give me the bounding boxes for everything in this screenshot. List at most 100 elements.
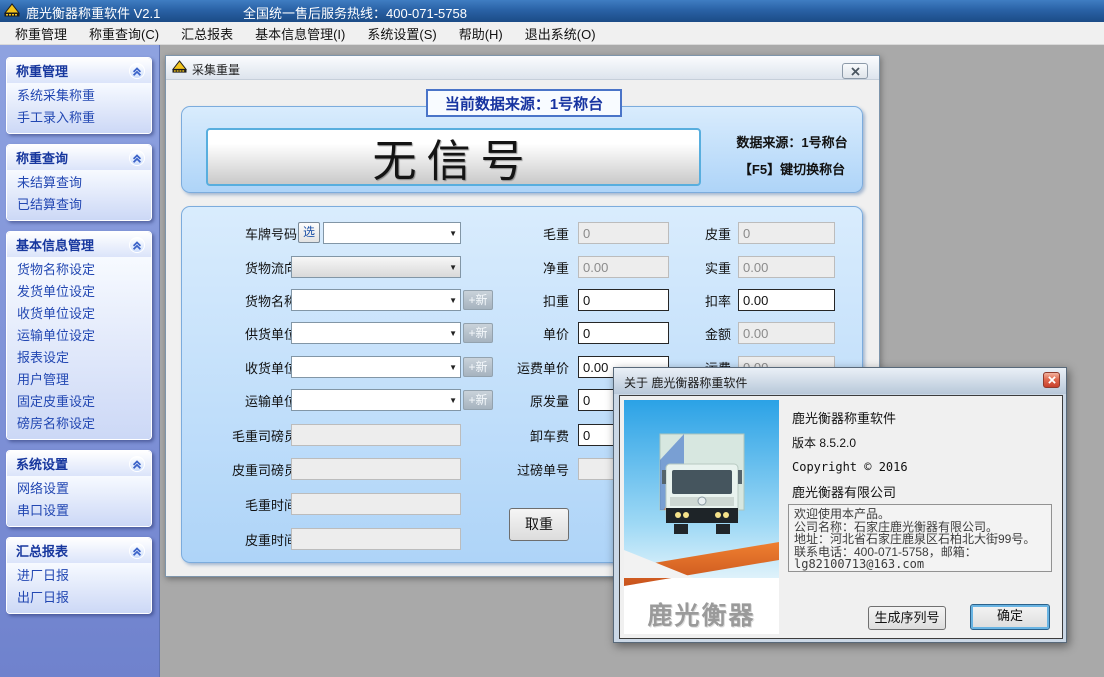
gross-time-field [291, 493, 461, 515]
chevron-down-icon: ▼ [449, 363, 457, 372]
tare-time-label: 皮重时间 [187, 530, 297, 549]
application-window: 鹿光衡器称重软件 V2.1 全国统一售后服务热线：400-071-5758 称重… [0, 0, 1104, 677]
weigh-window-title: 采集重量 [192, 61, 240, 78]
sidebar-item-network-settings[interactable]: 网络设置 [7, 478, 151, 500]
sidebar-item-scalehouse-name-setting[interactable]: 磅房名称设定 [7, 413, 151, 435]
about-dialog-title: 关于 鹿光衡器称重软件 [624, 374, 747, 391]
collapse-chevron-icon[interactable] [129, 150, 145, 166]
hotline-text: 全国统一售后服务热线：400-071-5758 [243, 3, 467, 22]
sidebar-item-serial-port-settings[interactable]: 串口设置 [7, 500, 151, 522]
take-weight-button[interactable]: 取重 [509, 508, 569, 541]
sidebar-section-weigh-query: 称重查询 未结算查询 已结算查询 [6, 144, 152, 221]
deduct-rate-input[interactable] [738, 289, 835, 311]
about-info-line: 地址：河北省石家庄鹿泉区石柏北大街99号。 [794, 533, 1046, 546]
sidebar-item-unsettled-query[interactable]: 未结算查询 [7, 172, 151, 194]
menu-exit[interactable]: 退出系统(O) [514, 22, 607, 45]
weigh-window-titlebar: 采集重量 [166, 56, 879, 80]
sidebar-item-system-collect-weigh[interactable]: 系统采集称重 [7, 85, 151, 107]
sidebar-item-manual-entry-weigh[interactable]: 手工录入称重 [7, 107, 151, 129]
generate-serial-button[interactable]: 生成序列号 [868, 606, 946, 630]
original-qty-label: 原发量 [481, 391, 569, 410]
goods-flow-dropdown[interactable]: ▼ [291, 256, 461, 278]
chevron-down-icon: ▼ [449, 296, 457, 305]
about-info-line: 欢迎使用本产品。 [794, 508, 1046, 521]
actual-weight-field [738, 256, 835, 278]
sidebar-item-transport-setting[interactable]: 运输单位设定 [7, 325, 151, 347]
f5-switch-hint: 【F5】键切换称台 [718, 156, 866, 183]
plate-number-combobox[interactable]: ▼ [323, 222, 461, 244]
sidebar-header-label: 系统设置 [16, 454, 68, 473]
deduct-weight-label: 扣重 [481, 291, 569, 310]
freight-price-label: 运费单价 [481, 358, 569, 377]
sidebar-section-basic-info: 基本信息管理 货物名称设定 发货单位设定 收货单位设定 运输单位设定 报表设定 … [6, 231, 152, 440]
sidebar-item-fixed-tare-setting[interactable]: 固定皮重设定 [7, 391, 151, 413]
tare-time-field [291, 528, 461, 550]
menu-system-settings[interactable]: 系统设置(S) [356, 22, 447, 45]
unit-price-label: 单价 [481, 324, 569, 343]
menu-help[interactable]: 帮助(H) [448, 22, 514, 45]
sidebar-section-weigh-manage: 称重管理 系统采集称重 手工录入称重 [6, 57, 152, 134]
chevron-down-icon: ▼ [449, 263, 457, 272]
ticket-number-label: 过磅单号 [481, 460, 569, 479]
amount-field [738, 322, 835, 344]
sidebar-header-summary-report[interactable]: 汇总报表 [7, 538, 151, 563]
sidebar-header-system-settings[interactable]: 系统设置 [7, 451, 151, 476]
receiver-label: 收货单位 [187, 358, 297, 377]
menu-weigh-manage[interactable]: 称重管理 [4, 22, 78, 45]
transport-combobox[interactable]: ▼ [291, 389, 461, 411]
sidebar-item-inbound-daily-report[interactable]: 进厂日报 [7, 565, 151, 587]
tare-operator-label: 皮重司磅员 [187, 460, 297, 479]
about-version: 版本 8.5.2.0 [792, 434, 856, 451]
sidebar-header-basic-info[interactable]: 基本信息管理 [7, 232, 151, 257]
collapse-chevron-icon[interactable] [129, 63, 145, 79]
about-info-box: 欢迎使用本产品。 公司名称：石家庄鹿光衡器有限公司。 地址：河北省石家庄鹿泉区石… [788, 504, 1052, 572]
receiver-combobox[interactable]: ▼ [291, 356, 461, 378]
sidebar-item-report-setting[interactable]: 报表设定 [7, 347, 151, 369]
goods-name-combobox[interactable]: ▼ [291, 289, 461, 311]
about-dialog: 关于 鹿光衡器称重软件 [613, 367, 1067, 643]
weigh-window-icon [172, 60, 187, 79]
sidebar-item-goods-name-setting[interactable]: 货物名称设定 [7, 259, 151, 281]
truck-photo-caption: 鹿光衡器 [624, 596, 779, 632]
sidebar-header-weigh-query[interactable]: 称重查询 [7, 145, 151, 170]
menubar: 称重管理 称重查询(C) 汇总报表 基本信息管理(I) 系统设置(S) 帮助(H… [0, 22, 1104, 45]
sidebar-item-outbound-daily-report[interactable]: 出厂日报 [7, 587, 151, 609]
collapse-chevron-icon[interactable] [129, 237, 145, 253]
supplier-label: 供货单位 [187, 324, 297, 343]
about-email: lg82100713@163.com [794, 558, 1046, 571]
sidebar: 称重管理 系统采集称重 手工录入称重 称重查询 未结算查询 已结算查询 [0, 45, 160, 677]
ok-button[interactable]: 确定 [970, 604, 1050, 630]
sidebar-header-weigh-manage[interactable]: 称重管理 [7, 58, 151, 83]
menu-weigh-query[interactable]: 称重查询(C) [78, 22, 170, 45]
app-titlebar: 鹿光衡器称重软件 V2.1 全国统一售后服务热线：400-071-5758 [0, 0, 1104, 22]
chevron-down-icon: ▼ [449, 329, 457, 338]
weigh-window-close-button[interactable] [842, 63, 868, 79]
gross-time-label: 毛重时间 [187, 495, 297, 514]
truck-photo: 鹿光衡器 [624, 400, 779, 634]
weight-display: 无信号 [206, 128, 701, 186]
collapse-chevron-icon[interactable] [129, 456, 145, 472]
menu-basic-info[interactable]: 基本信息管理(I) [244, 22, 356, 45]
plate-number-label: 车牌号码 [187, 224, 297, 243]
about-dialog-body: 鹿光衡器 鹿光衡器称重软件 版本 8.5.2.0 Copyright © 201… [619, 395, 1063, 639]
sidebar-header-label: 称重管理 [16, 61, 68, 80]
app-logo-icon [4, 3, 20, 21]
sidebar-item-shipper-setting[interactable]: 发货单位设定 [7, 281, 151, 303]
net-weight-label: 净重 [481, 258, 569, 277]
sidebar-item-receiver-setting[interactable]: 收货单位设定 [7, 303, 151, 325]
menu-summary-report[interactable]: 汇总报表 [170, 22, 244, 45]
collapse-chevron-icon[interactable] [129, 543, 145, 559]
sidebar-section-system-settings: 系统设置 网络设置 串口设置 [6, 450, 152, 527]
gross-weight-label: 毛重 [481, 224, 569, 243]
chevron-down-icon: ▼ [449, 229, 457, 238]
about-product-name: 鹿光衡器称重软件 [792, 408, 896, 427]
sidebar-header-label: 称重查询 [16, 148, 68, 167]
supplier-combobox[interactable]: ▼ [291, 322, 461, 344]
about-company: 鹿光衡器有限公司 [792, 482, 896, 501]
plate-pick-button[interactable]: 选 [298, 222, 320, 243]
sidebar-item-settled-query[interactable]: 已结算查询 [7, 194, 151, 216]
about-dialog-close-button[interactable] [1043, 372, 1060, 388]
sidebar-item-user-manage[interactable]: 用户管理 [7, 369, 151, 391]
tare-weight-field [738, 222, 835, 244]
sidebar-section-summary-report: 汇总报表 进厂日报 出厂日报 [6, 537, 152, 614]
